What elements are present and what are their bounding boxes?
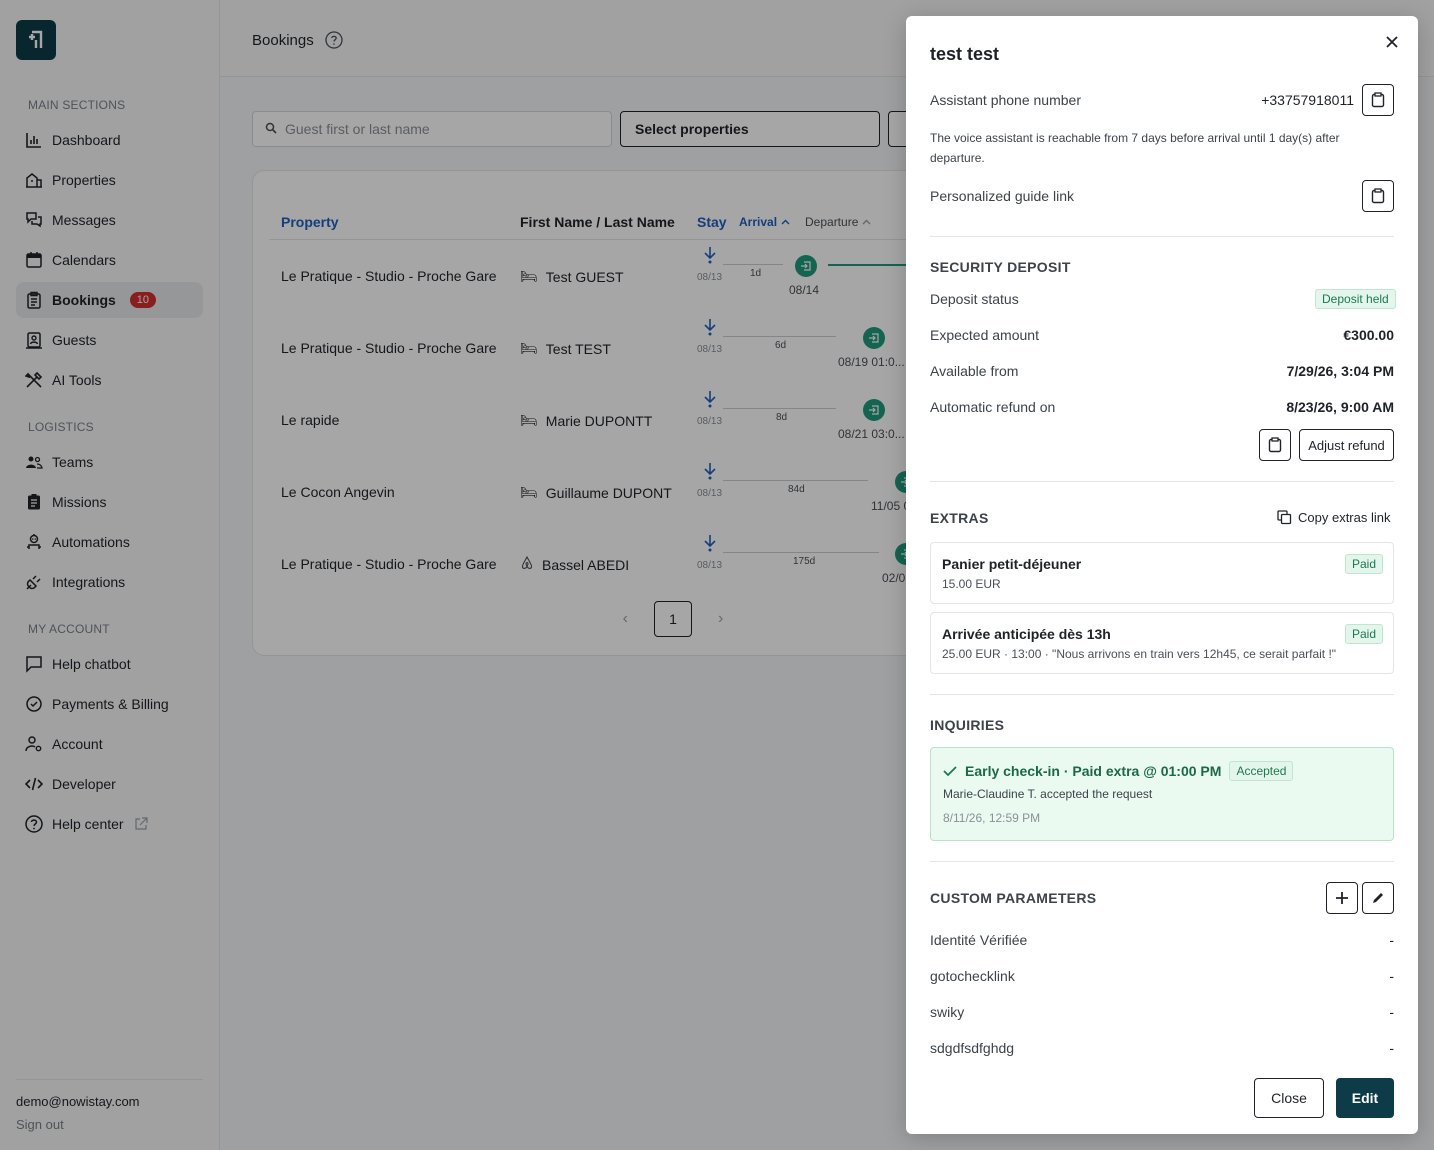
param-name: swiky bbox=[930, 1004, 965, 1020]
copy-deposit-button[interactable] bbox=[1259, 429, 1291, 461]
param-name: Identité Vérifiée bbox=[930, 932, 1028, 948]
inquiries-section-title: INQUIRIES bbox=[930, 717, 1005, 733]
adjust-refund-button[interactable]: Adjust refund bbox=[1299, 429, 1394, 461]
param-value: - bbox=[1389, 932, 1394, 948]
param-name: sdgdfsdfghdg bbox=[930, 1040, 1015, 1056]
deposit-section-title: SECURITY DEPOSIT bbox=[930, 259, 1071, 275]
guide-label: Personalized guide link bbox=[930, 188, 1074, 204]
inquiry-card[interactable]: Early check-in · Paid extra @ 01:00 PM A… bbox=[930, 747, 1394, 841]
inquiry-header: Early check-in · Paid extra @ 01:00 PM A… bbox=[943, 761, 1294, 781]
phone-value: +33757918011 bbox=[1261, 92, 1354, 108]
check-icon bbox=[943, 765, 957, 777]
clipboard-icon bbox=[1268, 437, 1282, 453]
booking-drawer: test test Assistant phone number +337579… bbox=[906, 16, 1418, 1134]
extras-section-title: EXTRAS bbox=[930, 510, 989, 526]
edit-button[interactable]: Edit bbox=[1336, 1078, 1394, 1118]
extra-price: 25.00 EUR · 13:00 · "Nous arrivons en tr… bbox=[942, 647, 1337, 661]
custom-params-section-title: CUSTOM PARAMETERS bbox=[930, 890, 1097, 906]
available-from-value: 7/29/26, 3:04 PM bbox=[1286, 363, 1394, 379]
extra-card[interactable]: Arrivée anticipée dès 13h 25.00 EUR · 13… bbox=[930, 612, 1394, 674]
expected-amount-label: Expected amount bbox=[930, 327, 1039, 343]
copy-extras-link-label: Copy extras link bbox=[1298, 510, 1391, 525]
plus-icon bbox=[1335, 891, 1349, 905]
extra-name: Arrivée anticipée dès 13h bbox=[942, 626, 1111, 642]
param-value: - bbox=[1389, 968, 1394, 984]
clipboard-icon bbox=[1371, 188, 1385, 204]
extra-status-badge: Paid bbox=[1344, 554, 1383, 574]
copy-extras-link-button[interactable]: Copy extras link bbox=[1277, 510, 1390, 525]
edit-parameters-button[interactable] bbox=[1362, 882, 1394, 914]
refund-date-value: 8/23/26, 9:00 AM bbox=[1286, 399, 1394, 415]
copy-guide-link-button[interactable] bbox=[1362, 180, 1394, 212]
refund-date-label: Automatic refund on bbox=[930, 399, 1056, 415]
divider bbox=[930, 236, 1394, 237]
divider bbox=[930, 481, 1394, 482]
voice-note: The voice assistant is reachable from 7 … bbox=[930, 131, 1340, 165]
deposit-status-label: Deposit status bbox=[930, 291, 1019, 307]
copy-phone-button[interactable] bbox=[1362, 84, 1394, 116]
close-button[interactable]: Close bbox=[1254, 1078, 1324, 1118]
inquiry-detail: Marie-Claudine T. accepted the request bbox=[943, 787, 1153, 801]
copy-icon bbox=[1277, 510, 1292, 525]
extra-card[interactable]: Panier petit-déjeuner 15.00 EUR Paid bbox=[930, 542, 1394, 604]
param-value: - bbox=[1389, 1040, 1394, 1056]
divider bbox=[930, 861, 1394, 862]
extra-name: Panier petit-déjeuner bbox=[942, 556, 1082, 572]
available-from-label: Available from bbox=[930, 363, 1019, 379]
deposit-status-badge: Deposit held bbox=[1315, 289, 1396, 309]
close-icon[interactable] bbox=[1382, 32, 1402, 52]
clipboard-icon bbox=[1371, 92, 1385, 108]
phone-label: Assistant phone number bbox=[930, 92, 1081, 108]
param-name: gotochecklink bbox=[930, 968, 1015, 984]
divider bbox=[930, 694, 1394, 695]
add-parameter-button[interactable] bbox=[1326, 882, 1358, 914]
extra-status-badge: Paid bbox=[1344, 624, 1383, 644]
pencil-icon bbox=[1371, 891, 1385, 905]
param-value: - bbox=[1389, 1004, 1394, 1020]
inquiry-date: 8/11/26, 12:59 PM bbox=[943, 811, 1041, 825]
inquiry-title: Early check-in · Paid extra @ 01:00 PM bbox=[965, 763, 1222, 779]
expected-amount-value: €300.00 bbox=[1343, 327, 1394, 343]
drawer-title: test test bbox=[930, 44, 1000, 64]
extra-price: 15.00 EUR bbox=[942, 577, 1001, 591]
inquiry-status-badge: Accepted bbox=[1229, 761, 1294, 781]
